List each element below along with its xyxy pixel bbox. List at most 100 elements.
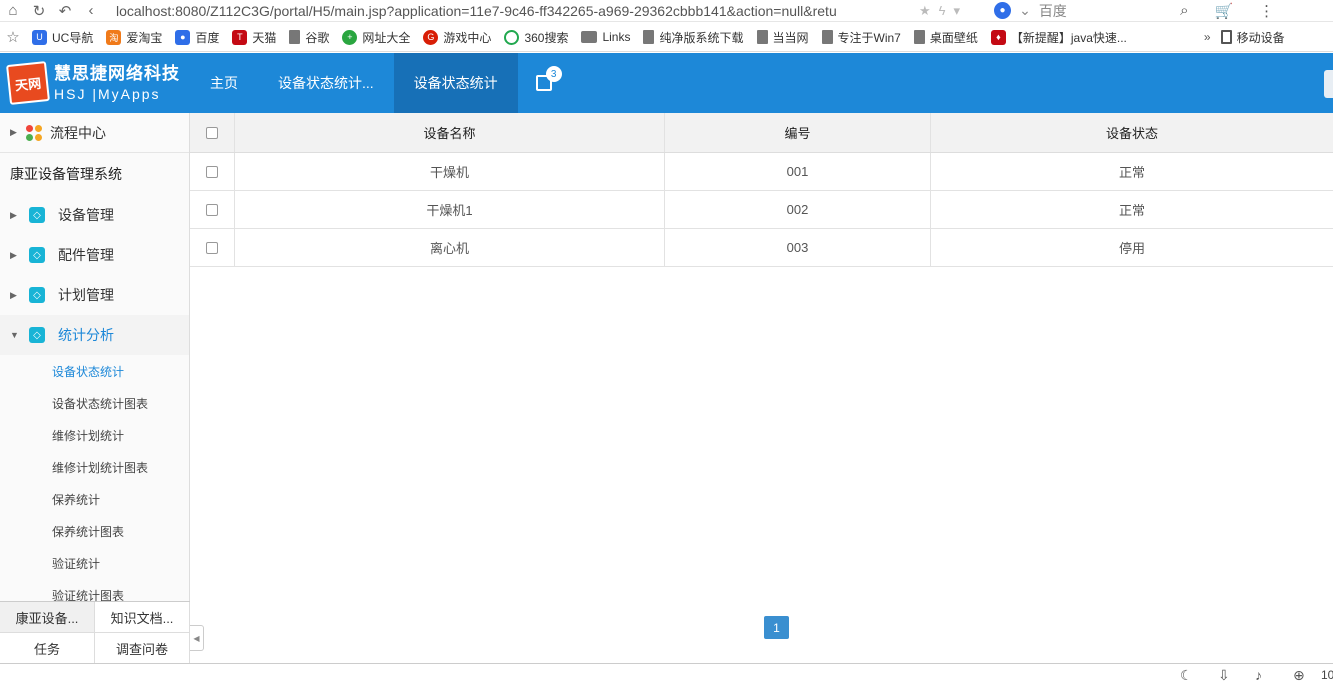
bookmark-item[interactable]: + 网址大全 [342,29,410,46]
header-right-toggle[interactable] [1324,70,1333,98]
table-row[interactable]: 离心机 003 停用 [190,229,1333,267]
search-icon[interactable]: ⌕ [1180,2,1188,19]
bookmark-item[interactable]: 纯净版系统下载 [643,29,744,46]
sidebar-item-plan-management[interactable]: ▶ ◇ 计划管理 [0,275,189,315]
bookmark-star-icon[interactable]: ☆ [0,26,26,48]
bookmark-item[interactable]: 专注于Win7 [821,29,901,46]
volume-icon[interactable]: ♪ [1255,667,1262,683]
window-switcher[interactable]: 3 [518,53,570,113]
column-header-code[interactable]: 编号 [665,113,931,152]
caret-down-icon: ▼ [10,330,19,340]
cart-icon[interactable]: 🛒 [1214,2,1233,20]
cube-icon: ◇ [29,327,45,343]
column-header-status[interactable]: 设备状态 [931,113,1333,152]
select-all-checkbox[interactable] [206,126,218,139]
zoom-level[interactable]: 10 [1321,668,1333,682]
bookmark-item[interactable]: 360搜索 [504,29,568,46]
star-icon[interactable]: ★ [919,3,931,19]
caret-right-icon: ▶ [10,127,17,137]
sidebar-collapse-handle[interactable]: ◀ [190,625,204,651]
page-icon [289,30,301,44]
bookmark-item[interactable]: ♦ 【新提醒】java快速... [990,29,1127,46]
browser-status-bar: ☾ ⇩ ♪ ⊕ 10 [0,663,1333,687]
page-icon [643,30,655,44]
caret-right-icon: ▶ [10,249,17,260]
paw-icon: ● [994,2,1012,19]
table-row[interactable]: 干燥机1 002 正常 [190,191,1333,229]
bookmark-item[interactable]: 谷歌 [289,29,329,46]
lightning-icon[interactable]: ϟ [939,3,946,18]
caret-right-icon: ▶ [10,289,17,300]
sidebar-subitem[interactable]: 维修计划统计 [0,419,189,451]
search-engine-name: 百度 [1038,2,1067,19]
bookmarks-bar: ☆ U UC导航 淘爱淘宝 ● 百度 T 天猫 谷歌 + 网址大全 G 游戏中心 360搜… [0,23,1333,52]
bookmark-item[interactable]: 当当网 [756,29,809,46]
java-icon: ♦ [990,29,1006,45]
pagination-page-button[interactable]: 1 [764,616,789,639]
tab-survey[interactable]: 调查问卷 [95,633,190,664]
bookmark-item[interactable]: 桌面壁纸 [913,29,978,46]
row-checkbox[interactable] [206,203,218,216]
sidebar-subitem[interactable]: 保养统计图表 [0,515,189,547]
cell-device-code: 002 [665,191,931,228]
bookmark-item[interactable]: 移动设备 [1220,29,1285,46]
row-checkbox[interactable] [206,165,218,178]
night-mode-icon[interactable]: ☾ [1180,667,1193,684]
bookmark-item[interactable]: G 游戏中心 [423,29,491,46]
tab-home[interactable]: 主页 [190,53,258,113]
uc-icon: U [32,29,47,45]
tab-device-status-chart[interactable]: 设备状态统计... [258,53,394,113]
sidebar-item-flow-center[interactable]: ▶ 流程中心 [0,113,189,153]
zoom-icon[interactable]: ⊕ [1293,667,1305,684]
column-header-name[interactable]: 设备名称 [235,113,665,152]
sidebar-subitem[interactable]: 维修计划统计图表 [0,451,189,483]
tab-tasks[interactable]: 任务 [0,633,95,664]
sidebar-item-device-management[interactable]: ▶ ◇ 设备管理 [0,195,189,235]
cube-icon: ◇ [29,247,45,263]
search-360-icon [504,29,520,45]
page-icon [821,30,833,44]
sidebar-subitem[interactable]: 验证统计图表 [0,579,189,602]
cube-icon: ◇ [29,287,45,303]
dropdown-icon[interactable]: ▾ [954,3,961,19]
back-icon[interactable]: ‹ [78,0,104,22]
undo-icon[interactable]: ↶ [52,0,78,22]
home-icon[interactable]: ⌂ [0,0,26,22]
app-header: 天网 慧思捷网络科技 HSJ |MyApps 主页 设备状态统计... 设备状态… [0,53,1333,113]
cell-device-status: 停用 [1118,241,1145,256]
tab-knowledge-docs[interactable]: 知识文档... [95,602,190,633]
address-bar[interactable]: localhost:8080/Z112C3G/portal/H5/main.js… [116,3,911,19]
sidebar-subitem[interactable]: 保养统计 [0,483,189,515]
sidebar-subitem[interactable]: 设备状态统计 [0,355,189,387]
bookmark-item[interactable]: T 天猫 [232,29,276,46]
bookmark-item[interactable]: 淘爱淘宝 [106,29,162,46]
mobile-icon [1220,30,1232,44]
page-icon [756,30,768,44]
more-icon[interactable]: ⋮ [1259,2,1274,20]
more-bookmarks-icon[interactable]: » [1204,30,1211,44]
bookmark-item[interactable]: U UC导航 [32,29,93,46]
game-icon: G [423,29,439,45]
tab-system[interactable]: 康亚设备... [0,602,95,633]
refresh-icon[interactable]: ↻ [26,0,52,22]
sidebar-item-statistics[interactable]: ▼ ◇ 统计分析 [0,315,189,355]
caret-right-icon: ▶ [10,209,17,220]
sidebar-subitem[interactable]: 设备状态统计图表 [0,387,189,419]
cell-device-code: 003 [665,229,931,266]
tab-device-status[interactable]: 设备状态统计 [393,53,518,113]
cube-icon: ◇ [29,207,45,223]
search-engine-selector[interactable]: ● ⌄ 百度 [994,1,1124,21]
system-title: 康亚设备管理系统 [10,166,122,182]
sidebar-subitem[interactable]: 验证统计 [0,547,189,579]
bookmark-item[interactable]: ● 百度 [175,29,219,46]
table-row[interactable]: 干燥机 001 正常 [190,153,1333,191]
tmall-icon: T [232,29,248,45]
brand-subtitle: HSJ |MyApps [54,86,161,102]
row-checkbox[interactable] [206,241,218,254]
bookmark-item[interactable]: Links [581,30,630,44]
brand-title: 慧思捷网络科技 [54,64,180,83]
sidebar-item-parts-management[interactable]: ▶ ◇ 配件管理 [0,235,189,275]
download-icon[interactable]: ⇩ [1218,667,1230,684]
chevron-down-icon: ⌄ [1019,2,1031,18]
taobao-icon: 淘 [106,29,122,45]
